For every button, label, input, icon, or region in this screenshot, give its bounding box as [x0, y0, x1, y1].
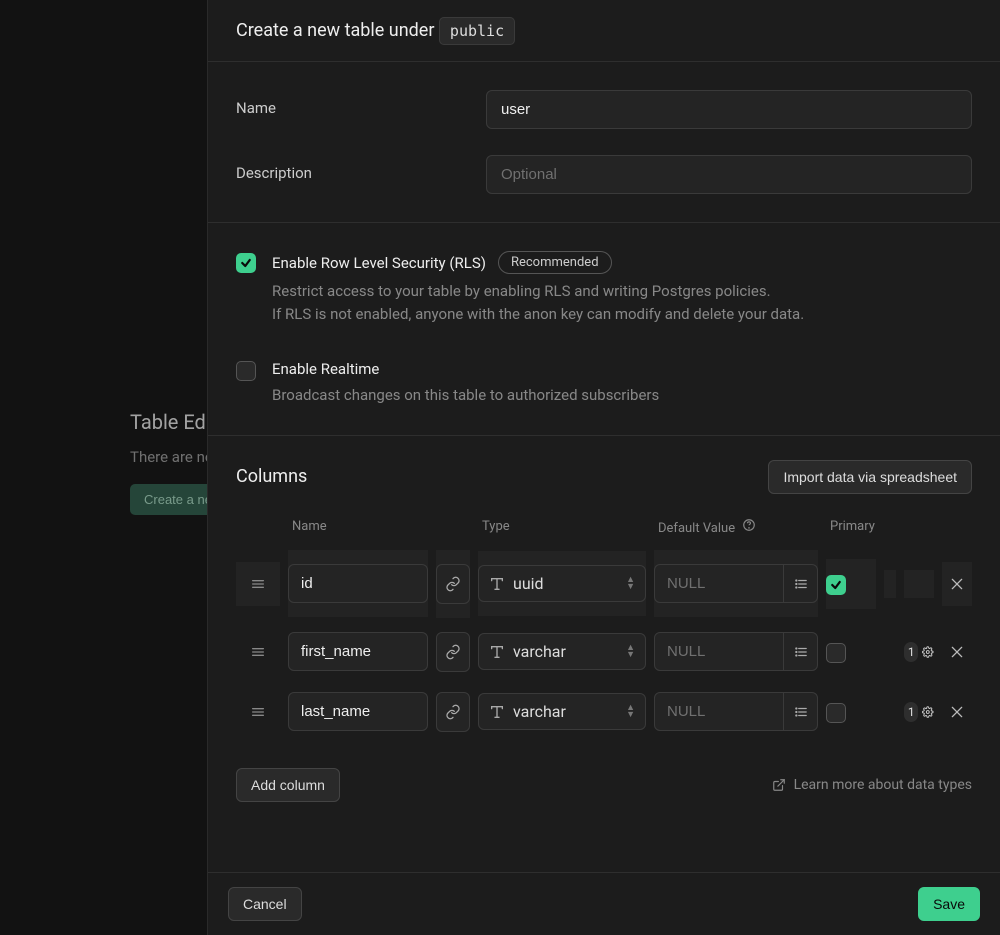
column-settings-button[interactable] — [904, 570, 934, 598]
rls-title: Enable Row Level Security (RLS) — [272, 254, 486, 272]
drag-handle-icon[interactable] — [236, 562, 280, 606]
column-type-value: varchar — [513, 702, 566, 721]
schema-chip: public — [439, 17, 515, 45]
primary-key-checkbox[interactable] — [826, 703, 846, 723]
column-type-select[interactable]: varchar ▲▼ — [478, 693, 646, 730]
add-column-button[interactable]: Add column — [236, 768, 340, 802]
realtime-checkbox[interactable] — [236, 361, 256, 381]
settings-count-badge: 1 — [904, 642, 918, 662]
type-icon — [489, 644, 505, 660]
description-input[interactable] — [486, 155, 972, 194]
create-table-panel: Create a new table under public Name Des… — [207, 0, 1000, 935]
type-icon — [489, 576, 505, 592]
primary-key-checkbox[interactable] — [826, 575, 846, 595]
name-input[interactable] — [486, 90, 972, 129]
link-foreign-key-button[interactable] — [436, 632, 470, 672]
col-head-default: Default Value — [654, 512, 818, 542]
col-head-primary: Primary — [826, 513, 876, 540]
rls-recommended-badge: Recommended — [498, 251, 612, 274]
default-value-input[interactable] — [655, 693, 783, 730]
column-settings-button[interactable]: 1 — [904, 636, 934, 668]
col-head-type: Type — [478, 513, 646, 540]
help-icon[interactable] — [742, 518, 756, 532]
column-type-value: uuid — [513, 574, 544, 593]
rls-desc-1: Restrict access to your table by enablin… — [272, 280, 972, 303]
default-value-input[interactable] — [655, 565, 783, 602]
chevron-updown-icon: ▲▼ — [626, 705, 635, 718]
panel-title: Create a new table under — [236, 20, 434, 41]
primary-key-checkbox[interactable] — [826, 643, 846, 663]
import-spreadsheet-button[interactable]: Import data via spreadsheet — [768, 460, 972, 494]
default-value-menu-button[interactable] — [783, 565, 817, 602]
column-settings-button[interactable]: 1 — [904, 696, 934, 728]
remove-column-button[interactable] — [942, 562, 972, 606]
learn-more-link[interactable]: Learn more about data types — [772, 777, 972, 793]
default-value-input[interactable] — [655, 633, 783, 670]
cancel-button[interactable]: Cancel — [228, 887, 302, 921]
save-button[interactable]: Save — [918, 887, 980, 921]
drag-handle-icon[interactable] — [236, 630, 280, 674]
col-head-name: Name — [288, 513, 428, 540]
settings-count-badge: 1 — [904, 702, 918, 722]
type-icon — [489, 704, 505, 720]
realtime-desc: Broadcast changes on this table to autho… — [272, 384, 972, 407]
external-link-icon — [772, 778, 786, 792]
name-label: Name — [236, 90, 456, 117]
remove-column-button[interactable] — [942, 698, 972, 726]
rls-desc-2: If RLS is not enabled, anyone with the a… — [272, 303, 972, 326]
column-name-input[interactable] — [288, 632, 428, 671]
remove-column-button[interactable] — [942, 638, 972, 666]
realtime-title: Enable Realtime — [272, 360, 379, 378]
rls-checkbox[interactable] — [236, 253, 256, 273]
chevron-updown-icon: ▲▼ — [626, 645, 635, 658]
panel-header: Create a new table under public — [208, 0, 1000, 62]
chevron-updown-icon: ▲▼ — [626, 577, 635, 590]
description-label: Description — [236, 155, 456, 182]
drag-handle-icon[interactable] — [236, 690, 280, 734]
columns-title: Columns — [236, 466, 307, 487]
column-type-select[interactable]: uuid ▲▼ — [478, 565, 646, 602]
default-value-menu-button[interactable] — [783, 633, 817, 670]
column-name-input[interactable] — [288, 564, 428, 603]
column-type-select[interactable]: varchar ▲▼ — [478, 633, 646, 670]
column-name-input[interactable] — [288, 692, 428, 731]
link-foreign-key-button[interactable] — [436, 692, 470, 732]
column-type-value: varchar — [513, 642, 566, 661]
default-value-menu-button[interactable] — [783, 693, 817, 730]
link-foreign-key-button[interactable] — [436, 564, 470, 604]
